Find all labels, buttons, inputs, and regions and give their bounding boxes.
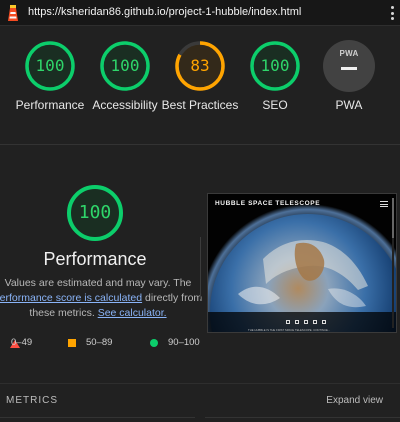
earth-image bbox=[208, 194, 396, 332]
metric-row-divider bbox=[205, 417, 400, 418]
report-url[interactable]: https://ksheridan86.github.io/project-1-… bbox=[28, 6, 301, 18]
performance-gauge-large: 100 bbox=[66, 184, 124, 242]
address-bar: https://ksheridan86.github.io/project-1-… bbox=[0, 0, 400, 26]
score-calculated-link[interactable]: performance score is calculated bbox=[0, 292, 142, 304]
lighthouse-icon bbox=[8, 5, 18, 21]
performance-description: Values are estimated and may vary. The p… bbox=[0, 276, 204, 321]
pwa-badge-icon: PWA bbox=[323, 40, 375, 92]
legend-average: 50–89 bbox=[86, 337, 113, 348]
more-options-icon[interactable] bbox=[390, 6, 394, 20]
pwa-label: PWA bbox=[335, 98, 363, 112]
screenshot-scrollbar bbox=[392, 198, 394, 328]
metrics-divider bbox=[0, 383, 400, 384]
vertical-divider bbox=[200, 237, 201, 299]
metric-row-divider bbox=[0, 417, 195, 418]
screenshot-footer-text: THE HUBBLE IS THE FIRST SPACE TELESCOPE.… bbox=[248, 328, 331, 332]
performance-score: 100 bbox=[35, 56, 65, 75]
accessibility-score: 100 bbox=[110, 56, 140, 75]
screenshot-site-title: HUBBLE SPACE TELESCOPE bbox=[215, 200, 321, 207]
performance-title: Performance bbox=[43, 249, 147, 269]
page-screenshot[interactable]: HUBBLE SPACE TELESCOPE THE HUBBLE IS THE… bbox=[207, 193, 397, 333]
pass-circle-icon bbox=[150, 339, 158, 347]
performance-score-large: 100 bbox=[78, 202, 112, 223]
metrics-header: METRICS bbox=[6, 395, 58, 406]
see-calculator-link[interactable]: See calculator. bbox=[98, 307, 167, 319]
legend-fail: 0–49 bbox=[11, 337, 33, 348]
legend-pass: 90–100 bbox=[168, 337, 200, 348]
average-square-icon bbox=[68, 339, 76, 347]
hamburger-menu-icon bbox=[380, 201, 388, 207]
section-divider bbox=[0, 144, 400, 145]
seo-score: 100 bbox=[260, 56, 290, 75]
expand-view-button[interactable]: Expand view bbox=[326, 395, 383, 406]
social-icons bbox=[286, 320, 326, 324]
best-practices-score: 83 bbox=[190, 56, 210, 75]
